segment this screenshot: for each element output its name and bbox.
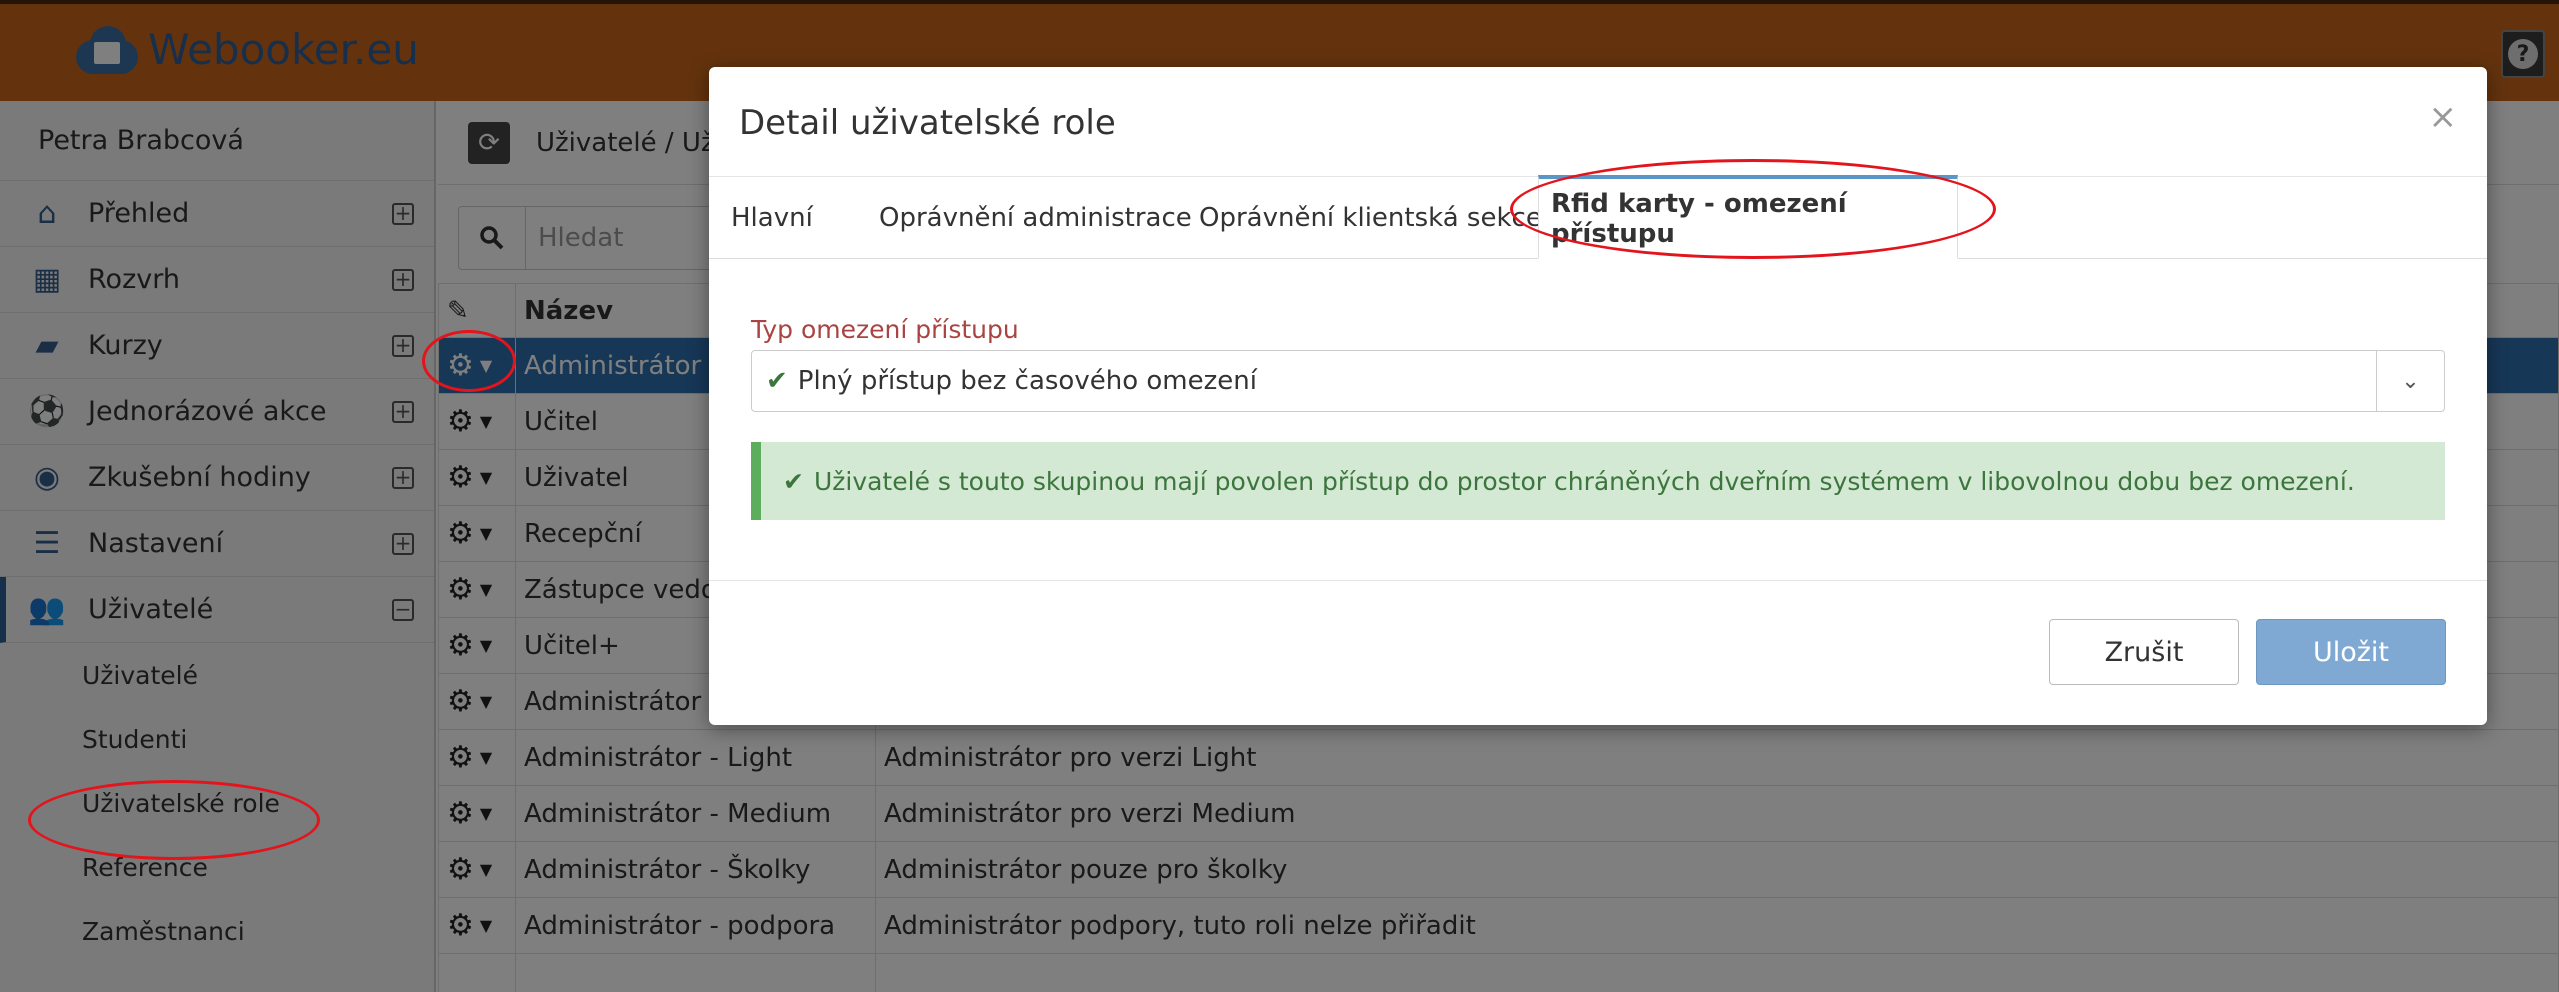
check-icon: ✔ [766,366,788,396]
access-type-value: Plný přístup bez časového omezení [797,366,1257,396]
tab-hlavni[interactable]: Hlavní [719,177,825,259]
modal-header: Detail uživatelské role × [709,67,2487,177]
modal-title: Detail uživatelské role [739,103,1116,143]
tab-opravneni-administrace[interactable]: Oprávnění administrace [867,177,1204,259]
modal-footer: Zrušit Uložit [709,581,2487,723]
modal-body: Typ omezení přístupu ✔ Plný přístup bez … [709,259,2487,581]
check-icon: ✔ [783,466,804,496]
info-alert: ✔ Uživatelé s touto skupinou mají povole… [751,442,2445,520]
chevron-down-icon[interactable]: ⌄ [2376,351,2444,411]
tab-rfid-karty[interactable]: Rfid karty - omezení přístupu [1538,175,1958,259]
close-icon[interactable]: × [2429,97,2458,137]
cancel-button[interactable]: Zrušit [2049,619,2239,685]
alert-text: Uživatelé s touto skupinou mají povolen … [813,466,2355,496]
role-detail-modal: Detail uživatelské role × Hlavní Oprávně… [709,67,2487,725]
save-button[interactable]: Uložit [2256,619,2446,685]
tab-opravneni-klientska-sekce[interactable]: Oprávnění klientská sekce [1187,177,1554,259]
access-type-label: Typ omezení přístupu [751,315,1019,344]
modal-tabs: Hlavní Oprávnění administrace Oprávnění … [709,175,2487,259]
access-type-select[interactable]: ✔ Plný přístup bez časového omezení ⌄ [751,350,2445,412]
